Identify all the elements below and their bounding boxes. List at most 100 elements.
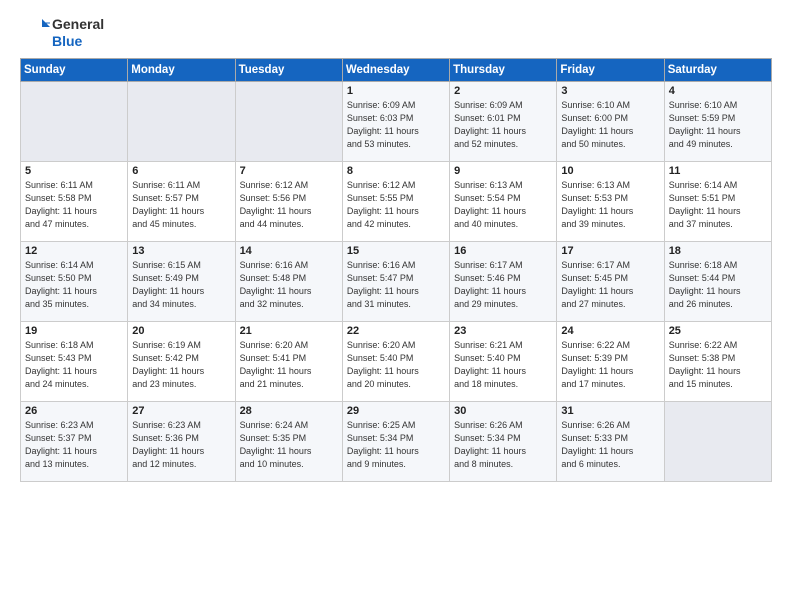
day-info: Sunrise: 6:20 AM Sunset: 5:41 PM Dayligh… bbox=[240, 339, 338, 391]
day-cell: 2 Sunrise: 6:09 AM Sunset: 6:01 PM Daylig… bbox=[450, 81, 557, 161]
day-number: 20 bbox=[132, 325, 230, 337]
week-row-4: 19 Sunrise: 6:18 AM Sunset: 5:43 PM Dayli… bbox=[21, 321, 772, 401]
day-cell: 27Sunrise: 6:23 AM Sunset: 5:36 PM Dayli… bbox=[128, 401, 235, 481]
day-number: 8 bbox=[347, 165, 445, 177]
day-info: Sunrise: 6:17 AM Sunset: 5:46 PM Dayligh… bbox=[454, 259, 552, 311]
logo-svg bbox=[20, 17, 52, 49]
day-cell: 31 Sunrise: 6:26 AM Sunset: 5:33 PM Dayli… bbox=[557, 401, 664, 481]
day-info: Sunrise: 6:15 AM Sunset: 5:49 PM Dayligh… bbox=[132, 259, 230, 311]
day-cell: 29 Sunrise: 6:25 AM Sunset: 5:34 PM Dayli… bbox=[342, 401, 449, 481]
weekday-saturday: Saturday bbox=[664, 58, 771, 81]
day-number: 4 bbox=[669, 85, 767, 97]
week-row-1: 1 Sunrise: 6:09 AM Sunset: 6:03 PM Daylig… bbox=[21, 81, 772, 161]
day-number: 21 bbox=[240, 325, 338, 337]
day-number: 15 bbox=[347, 245, 445, 257]
week-row-2: 5Sunrise: 6:11 AM Sunset: 5:58 PM Daylig… bbox=[21, 161, 772, 241]
day-info: Sunrise: 6:22 AM Sunset: 5:38 PM Dayligh… bbox=[669, 339, 767, 391]
logo-general: General bbox=[52, 16, 104, 33]
day-cell bbox=[235, 81, 342, 161]
day-cell: 4 Sunrise: 6:10 AM Sunset: 5:59 PM Daylig… bbox=[664, 81, 771, 161]
day-cell: 25 Sunrise: 6:22 AM Sunset: 5:38 PM Dayli… bbox=[664, 321, 771, 401]
day-number: 3 bbox=[561, 85, 659, 97]
day-number: 30 bbox=[454, 405, 552, 417]
day-number: 2 bbox=[454, 85, 552, 97]
weekday-monday: Monday bbox=[128, 58, 235, 81]
day-number: 9 bbox=[454, 165, 552, 177]
day-info: Sunrise: 6:09 AM Sunset: 6:01 PM Dayligh… bbox=[454, 99, 552, 151]
weekday-sunday: Sunday bbox=[21, 58, 128, 81]
day-cell: 19 Sunrise: 6:18 AM Sunset: 5:43 PM Dayli… bbox=[21, 321, 128, 401]
day-info: Sunrise: 6:16 AM Sunset: 5:47 PM Dayligh… bbox=[347, 259, 445, 311]
day-cell: 12Sunrise: 6:14 AM Sunset: 5:50 PM Dayli… bbox=[21, 241, 128, 321]
day-cell: 26Sunrise: 6:23 AM Sunset: 5:37 PM Dayli… bbox=[21, 401, 128, 481]
day-cell: 28Sunrise: 6:24 AM Sunset: 5:35 PM Dayli… bbox=[235, 401, 342, 481]
day-cell: 30 Sunrise: 6:26 AM Sunset: 5:34 PM Dayli… bbox=[450, 401, 557, 481]
day-cell: 17 Sunrise: 6:17 AM Sunset: 5:45 PM Dayli… bbox=[557, 241, 664, 321]
day-info: Sunrise: 6:14 AM Sunset: 5:50 PM Dayligh… bbox=[25, 259, 123, 311]
day-cell: 24Sunrise: 6:22 AM Sunset: 5:39 PM Dayli… bbox=[557, 321, 664, 401]
day-cell: 14Sunrise: 6:16 AM Sunset: 5:48 PM Dayli… bbox=[235, 241, 342, 321]
day-cell: 3 Sunrise: 6:10 AM Sunset: 6:00 PM Daylig… bbox=[557, 81, 664, 161]
day-number: 29 bbox=[347, 405, 445, 417]
day-cell: 1 Sunrise: 6:09 AM Sunset: 6:03 PM Daylig… bbox=[342, 81, 449, 161]
day-cell: 13 Sunrise: 6:15 AM Sunset: 5:49 PM Dayli… bbox=[128, 241, 235, 321]
day-cell: 18Sunrise: 6:18 AM Sunset: 5:44 PM Dayli… bbox=[664, 241, 771, 321]
day-info: Sunrise: 6:18 AM Sunset: 5:43 PM Dayligh… bbox=[25, 339, 123, 391]
day-number: 7 bbox=[240, 165, 338, 177]
day-number: 31 bbox=[561, 405, 659, 417]
calendar-header: SundayMondayTuesdayWednesdayThursdayFrid… bbox=[21, 58, 772, 81]
day-cell: 6Sunrise: 6:11 AM Sunset: 5:57 PM Daylig… bbox=[128, 161, 235, 241]
day-cell: 5Sunrise: 6:11 AM Sunset: 5:58 PM Daylig… bbox=[21, 161, 128, 241]
day-info: Sunrise: 6:13 AM Sunset: 5:54 PM Dayligh… bbox=[454, 179, 552, 231]
header-row: General Blue bbox=[20, 16, 772, 50]
day-number: 16 bbox=[454, 245, 552, 257]
day-info: Sunrise: 6:09 AM Sunset: 6:03 PM Dayligh… bbox=[347, 99, 445, 151]
logo: General Blue bbox=[20, 16, 104, 50]
day-cell: 22Sunrise: 6:20 AM Sunset: 5:40 PM Dayli… bbox=[342, 321, 449, 401]
day-cell: 23Sunrise: 6:21 AM Sunset: 5:40 PM Dayli… bbox=[450, 321, 557, 401]
day-number: 26 bbox=[25, 405, 123, 417]
day-info: Sunrise: 6:25 AM Sunset: 5:34 PM Dayligh… bbox=[347, 419, 445, 471]
day-number: 25 bbox=[669, 325, 767, 337]
day-cell: 7 Sunrise: 6:12 AM Sunset: 5:56 PM Daylig… bbox=[235, 161, 342, 241]
day-info: Sunrise: 6:17 AM Sunset: 5:45 PM Dayligh… bbox=[561, 259, 659, 311]
day-info: Sunrise: 6:12 AM Sunset: 5:55 PM Dayligh… bbox=[347, 179, 445, 231]
calendar-container: General Blue SundayMondayTuesdayWednesda… bbox=[0, 0, 792, 612]
day-info: Sunrise: 6:10 AM Sunset: 5:59 PM Dayligh… bbox=[669, 99, 767, 151]
day-info: Sunrise: 6:21 AM Sunset: 5:40 PM Dayligh… bbox=[454, 339, 552, 391]
weekday-tuesday: Tuesday bbox=[235, 58, 342, 81]
weekday-wednesday: Wednesday bbox=[342, 58, 449, 81]
calendar-table: SundayMondayTuesdayWednesdayThursdayFrid… bbox=[20, 58, 772, 482]
day-number: 10 bbox=[561, 165, 659, 177]
day-number: 13 bbox=[132, 245, 230, 257]
day-cell: 15 Sunrise: 6:16 AM Sunset: 5:47 PM Dayli… bbox=[342, 241, 449, 321]
day-cell: 11Sunrise: 6:14 AM Sunset: 5:51 PM Dayli… bbox=[664, 161, 771, 241]
day-info: Sunrise: 6:26 AM Sunset: 5:34 PM Dayligh… bbox=[454, 419, 552, 471]
day-info: Sunrise: 6:10 AM Sunset: 6:00 PM Dayligh… bbox=[561, 99, 659, 151]
day-info: Sunrise: 6:13 AM Sunset: 5:53 PM Dayligh… bbox=[561, 179, 659, 231]
day-info: Sunrise: 6:26 AM Sunset: 5:33 PM Dayligh… bbox=[561, 419, 659, 471]
day-cell bbox=[128, 81, 235, 161]
day-number: 17 bbox=[561, 245, 659, 257]
weekday-friday: Friday bbox=[557, 58, 664, 81]
day-number: 27 bbox=[132, 405, 230, 417]
day-cell bbox=[664, 401, 771, 481]
day-number: 22 bbox=[347, 325, 445, 337]
day-cell: 16 Sunrise: 6:17 AM Sunset: 5:46 PM Dayli… bbox=[450, 241, 557, 321]
day-number: 6 bbox=[132, 165, 230, 177]
calendar-body: 1 Sunrise: 6:09 AM Sunset: 6:03 PM Daylig… bbox=[21, 81, 772, 481]
logo-blue: Blue bbox=[52, 33, 104, 50]
week-row-5: 26Sunrise: 6:23 AM Sunset: 5:37 PM Dayli… bbox=[21, 401, 772, 481]
day-info: Sunrise: 6:12 AM Sunset: 5:56 PM Dayligh… bbox=[240, 179, 338, 231]
day-number: 1 bbox=[347, 85, 445, 97]
day-number: 18 bbox=[669, 245, 767, 257]
day-number: 14 bbox=[240, 245, 338, 257]
day-info: Sunrise: 6:19 AM Sunset: 5:42 PM Dayligh… bbox=[132, 339, 230, 391]
day-number: 19 bbox=[25, 325, 123, 337]
day-cell: 10 Sunrise: 6:13 AM Sunset: 5:53 PM Dayli… bbox=[557, 161, 664, 241]
day-number: 11 bbox=[669, 165, 767, 177]
day-number: 28 bbox=[240, 405, 338, 417]
week-row-3: 12Sunrise: 6:14 AM Sunset: 5:50 PM Dayli… bbox=[21, 241, 772, 321]
day-cell bbox=[21, 81, 128, 161]
weekday-thursday: Thursday bbox=[450, 58, 557, 81]
